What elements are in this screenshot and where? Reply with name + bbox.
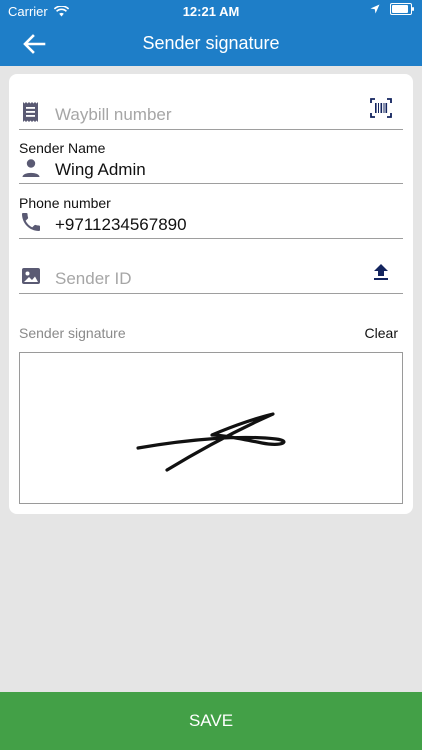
signature-stroke [136, 412, 286, 472]
phone-icon [22, 213, 40, 231]
phone-value: +9711234567890 [55, 215, 187, 234]
sender-name-value: Wing Admin [55, 160, 146, 179]
sender-id-field[interactable]: Sender ID [19, 258, 403, 294]
clear-button[interactable]: Clear [365, 325, 398, 341]
upload-icon[interactable] [369, 260, 393, 284]
page-title: Sender signature [142, 33, 280, 53]
battery-icon [390, 3, 414, 15]
form-card: Waybill number Sender Name Wing Admin Ph… [9, 74, 413, 514]
save-button[interactable]: SAVE [0, 692, 422, 750]
phone-underline [19, 238, 403, 239]
sender-name-label: Sender Name [19, 140, 106, 156]
waybill-field[interactable]: Waybill number [19, 94, 403, 130]
sender-id-placeholder: Sender ID [55, 269, 132, 288]
status-time: 12:21 AM [182, 4, 240, 19]
sender-id-underline [19, 293, 403, 294]
person-icon [22, 159, 40, 177]
waybill-placeholder: Waybill number [55, 105, 172, 124]
signature-pad[interactable] [19, 352, 403, 504]
status-right [370, 3, 414, 15]
save-label: SAVE [188, 711, 234, 730]
sender-name-underline [19, 183, 403, 184]
barcode-scan-icon[interactable] [369, 96, 393, 120]
status-bar: Carrier 12:21 AM [0, 0, 422, 22]
signature-label: Sender signature [19, 325, 126, 341]
location-arrow-icon [370, 4, 380, 14]
waybill-underline [19, 129, 403, 130]
sender-name-field[interactable]: Sender Name Wing Admin [19, 138, 403, 184]
image-icon [22, 268, 40, 284]
phone-label: Phone number [19, 195, 111, 211]
phone-field[interactable]: Phone number +9711234567890 [19, 193, 403, 239]
app-header: Carrier 12:21 AM Sender signature [0, 0, 422, 66]
receipt-icon [23, 102, 38, 122]
nav-bar: Sender signature [0, 22, 422, 66]
